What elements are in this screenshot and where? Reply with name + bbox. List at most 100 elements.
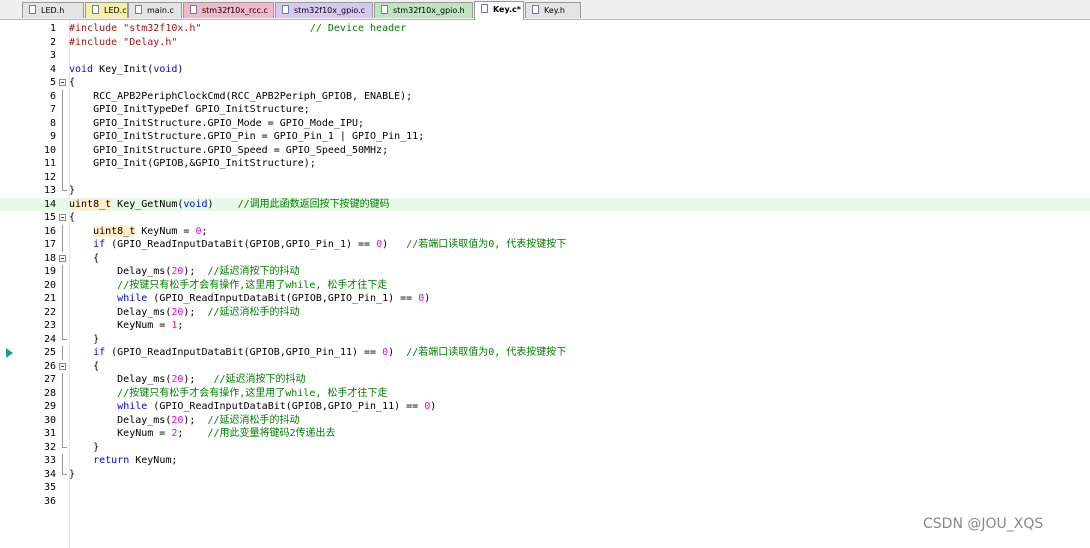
line-number: 6 (49, 90, 56, 102)
line-number: 15 (43, 212, 56, 223)
code-line[interactable]: 31 KeyNum = 2; //用此变量将键码2传递出去 (0, 427, 1090, 441)
fold-end-guide (62, 332, 67, 340)
code-line[interactable]: 30 Delay_ms(20); //延迟消松手的抖动 (0, 413, 1090, 427)
line-number: 4 (49, 63, 56, 75)
tab-key-c[interactable]: Key.c* (474, 1, 524, 20)
tab-label: Key.c* (493, 5, 521, 14)
code-line[interactable]: 12 (0, 170, 1090, 184)
fold-guide (62, 103, 63, 117)
line-number: 33 (43, 455, 56, 466)
line-number: 21 (43, 293, 56, 304)
fold-toggle-icon[interactable] (59, 214, 66, 221)
code-text: { (69, 360, 100, 372)
code-text: while (GPIO_ReadInputDataBit(GPIOB,GPIO_… (117, 293, 431, 304)
code-line[interactable]: 32 } (0, 440, 1090, 455)
fold-toggle-icon[interactable] (59, 254, 66, 262)
line-number: 12 (43, 171, 56, 183)
fold-guide (62, 386, 63, 400)
code-line[interactable]: 7 GPIO_InitTypeDef GPIO_InitStructure; (0, 103, 1090, 117)
code-line[interactable]: 27 Delay_ms(20); //延迟消按下的抖动 (0, 373, 1090, 387)
fold-toggle-icon[interactable] (59, 362, 66, 370)
code-line[interactable]: 13} (0, 184, 1090, 198)
tab-led-c[interactable]: LED.c (85, 2, 128, 18)
code-text: #include "Delay.h" (69, 36, 178, 48)
tab-stm32f10x-gpio-h[interactable]: stm32f10x_gpio.h (374, 2, 473, 18)
code-line[interactable]: 33 return KeyNum; (0, 454, 1090, 468)
code-line[interactable]: 2 #include "Delay.h" (0, 36, 1090, 50)
code-line[interactable]: 11 GPIO_Init(GPIOB,&GPIO_InitStructure); (0, 157, 1090, 171)
tab-key-h[interactable]: Key.h (525, 2, 581, 18)
fold-guide (62, 130, 63, 144)
code-text: RCC_APB2PeriphClockCmd(RCC_APB2Periph_GP… (69, 90, 413, 102)
fold-end-guide (62, 440, 67, 448)
current-line-marker-icon (6, 348, 13, 358)
fold-toggle-icon[interactable] (59, 79, 66, 86)
file-icon (532, 5, 539, 14)
code-line[interactable]: 23 KeyNum = 1; (0, 319, 1090, 333)
code-line[interactable]: 17 if (GPIO_ReadInputDataBit(GPIOB,GPIO_… (0, 238, 1090, 252)
fold-guide (62, 292, 63, 306)
file-icon (135, 5, 142, 14)
tab-main-c[interactable]: main.c (128, 2, 182, 18)
line-number: 16 (43, 225, 56, 237)
code-text: Delay_ms(20); //延迟消按下的抖动 (69, 266, 300, 277)
code-text: { (69, 212, 76, 223)
code-line[interactable]: 3 (0, 49, 1090, 63)
code-text: uint8_t Key_GetNum(void) //调用此函数返回按下按键的键… (69, 198, 390, 210)
code-text: } (69, 441, 100, 453)
code-line[interactable]: 4 void Key_Init(void) (0, 63, 1090, 77)
fold-guide (62, 157, 63, 171)
code-line[interactable]: 9 GPIO_InitStructure.GPIO_Pin = GPIO_Pin… (0, 130, 1090, 144)
code-line[interactable]: 19 Delay_ms(20); //延迟消按下的抖动 (0, 265, 1090, 279)
code-text: Delay_ms(20); //延迟消松手的抖动 (69, 414, 300, 426)
code-line[interactable]: 8 GPIO_InitStructure.GPIO_Mode = GPIO_Mo… (0, 116, 1090, 130)
code-line[interactable]: 22 Delay_ms(20); //延迟消松手的抖动 (0, 305, 1090, 319)
code-line[interactable]: 21 while (GPIO_ReadInputDataBit(GPIOB,GP… (0, 292, 1090, 306)
code-text: if (GPIO_ReadInputDataBit(GPIOB,GPIO_Pin… (93, 239, 567, 250)
fold-guide (62, 265, 63, 279)
line-number: 32 (43, 441, 56, 453)
file-icon (481, 4, 488, 13)
code-line[interactable]: 15 { (0, 211, 1090, 225)
code-text: uint8_t KeyNum = 0; (93, 225, 208, 237)
file-tab-bar: LED.h LED.c main.c stm32f10x_rcc.c stm32f10x… (0, 0, 1090, 20)
code-line[interactable]: 16 uint8_t KeyNum = 0; (0, 224, 1090, 238)
code-line[interactable]: 1 #include "stm32f10x.h" // Device header (0, 22, 1090, 36)
code-line[interactable]: 34} (0, 467, 1090, 482)
fold-guide (62, 346, 63, 360)
line-number: 13 (43, 185, 56, 196)
line-number: 23 (43, 320, 56, 331)
line-number: 11 (43, 158, 56, 169)
tab-label: LED.c (104, 6, 127, 15)
code-line[interactable]: 25 if (GPIO_ReadInputDataBit(GPIOB,GPIO_… (0, 346, 1090, 360)
code-line[interactable]: 20 //按键只有松手才会有操作,这里用了while, 松手才往下走 (0, 278, 1090, 292)
code-line[interactable]: 29 while (GPIO_ReadInputDataBit(GPIOB,GP… (0, 400, 1090, 414)
code-line[interactable]: 5{ (0, 76, 1090, 90)
code-text: Delay_ms(20); //延迟消按下的抖动 (69, 374, 306, 385)
code-text: while (GPIO_ReadInputDataBit(GPIOB,GPIO_… (117, 401, 437, 412)
fold-guide (62, 400, 63, 414)
line-number: 10 (43, 144, 56, 156)
code-line[interactable]: 35 (0, 481, 1090, 495)
code-line[interactable]: 6 RCC_APB2PeriphClockCmd(RCC_APB2Periph_… (0, 89, 1090, 103)
code-text: } (69, 468, 76, 480)
fold-guide (62, 278, 63, 292)
line-number: 1 (49, 23, 56, 34)
tab-led-h[interactable]: LED.h (22, 2, 84, 18)
line-number: 25 (43, 347, 56, 358)
code-line[interactable]: 10 GPIO_InitStructure.GPIO_Speed = GPIO_… (0, 143, 1090, 157)
fold-guide (62, 116, 63, 130)
fold-end-guide (62, 467, 67, 475)
code-text: //按键只有松手才会有操作,这里用了while, 松手才往下走 (117, 279, 388, 291)
code-line[interactable]: 26 { (0, 360, 1090, 374)
tab-stm32f10x-rcc-c[interactable]: stm32f10x_rcc.c (183, 2, 274, 18)
code-line[interactable]: 24 } (0, 332, 1090, 347)
code-text: KeyNum = 2; //用此变量将键码2传递出去 (69, 428, 336, 439)
fold-guide (62, 224, 63, 238)
code-line[interactable]: 28 //按键只有松手才会有操作,这里用了while, 松手才往下走 (0, 386, 1090, 400)
code-line[interactable]: 36 (0, 495, 1090, 509)
code-line[interactable]: 18 { (0, 252, 1090, 266)
code-line[interactable]: 14 uint8_t Key_GetNum(void) //调用此函数返回按下按键… (0, 197, 1090, 211)
line-number: 24 (43, 333, 56, 345)
tab-stm32f10x-gpio-c[interactable]: stm32f10x_gpio.c (275, 2, 373, 18)
